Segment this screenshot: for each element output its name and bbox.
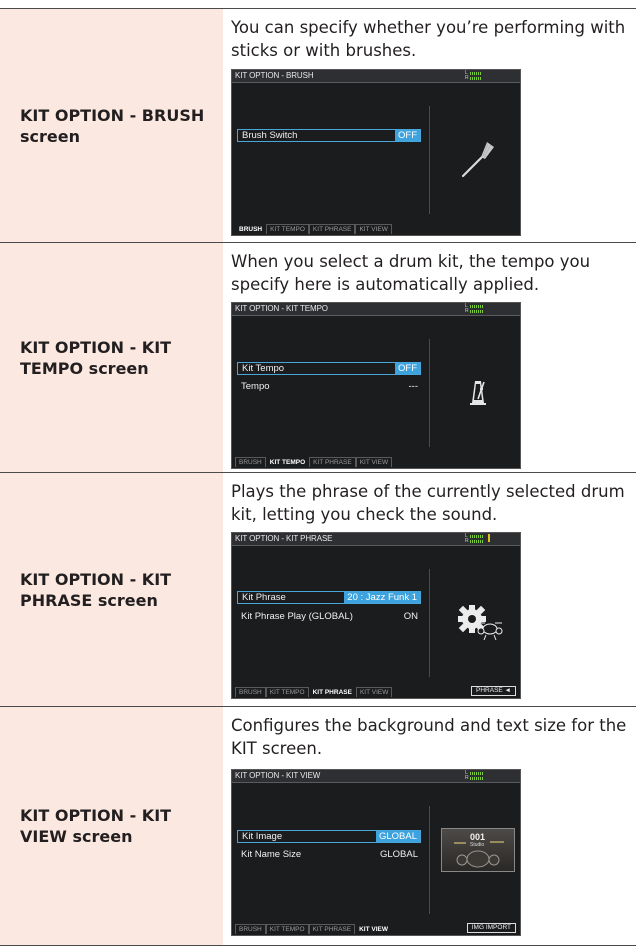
- param-row-selected[interactable]: Kit Phrase 20 : Jazz Funk 1: [237, 591, 421, 604]
- row-description: You can specify whether you’re performin…: [231, 18, 626, 60]
- tab-brush[interactable]: BRUSH: [235, 687, 266, 697]
- table-row: KIT OPTION - KIT PHRASE screen Plays the…: [0, 472, 636, 707]
- param-value: OFF: [395, 363, 420, 374]
- param-name: Brush Switch: [242, 130, 298, 141]
- phrase-play-button[interactable]: PHRASE ◄: [471, 686, 516, 696]
- lcd-screen: KIT OPTION - KIT PHRASE L R Kit Phrase 2…: [231, 532, 521, 699]
- param-row[interactable]: Kit Name Size GLOBAL: [237, 849, 421, 862]
- param-row[interactable]: Tempo ---: [237, 381, 421, 394]
- param-value: ---: [408, 381, 419, 392]
- tab-kit-phrase[interactable]: KIT PHRASE: [308, 224, 356, 234]
- metronome-icon: [450, 363, 506, 419]
- row-label: KIT OPTION - BRUSH screen: [20, 106, 205, 146]
- tab-kit-view[interactable]: KIT VIEW: [355, 224, 392, 234]
- param-name: Kit Tempo: [242, 363, 285, 374]
- kit-thumbnail: 001 Studio: [441, 828, 515, 872]
- table-row: KIT OPTION - KIT TEMPO screen When you s…: [0, 242, 636, 473]
- row-label: KIT OPTION - KIT TEMPO screen: [20, 338, 172, 378]
- tab-kit-tempo[interactable]: KIT TEMPO: [266, 457, 309, 467]
- tab-brush[interactable]: BRUSH: [235, 457, 266, 467]
- row-label: KIT OPTION - KIT PHRASE screen: [20, 570, 172, 610]
- table-row: KIT OPTION - KIT VIEW screen Configures …: [0, 706, 636, 946]
- panel-divider: [429, 806, 430, 914]
- lcd-title: KIT OPTION - KIT VIEW: [235, 771, 321, 780]
- lcd-title: KIT OPTION - KIT PHRASE: [235, 534, 333, 543]
- param-value: GLOBAL: [375, 831, 420, 842]
- param-value: GLOBAL: [379, 849, 418, 860]
- tab-kit-tempo[interactable]: KIT TEMPO: [265, 924, 309, 934]
- row-description: When you select a drum kit, the tempo yo…: [231, 252, 591, 294]
- lcd-title-bar: KIT OPTION - KIT VIEW L R: [232, 770, 520, 783]
- param-name: Kit Image: [242, 831, 283, 842]
- param-name: Kit Name Size: [241, 849, 302, 860]
- lcd-screen: KIT OPTION - KIT TEMPO L R Kit Tempo OFF…: [231, 302, 521, 469]
- tab-bar: BRUSH KIT TEMPO KIT PHRASE KIT VIEW: [235, 224, 392, 234]
- tab-kit-view[interactable]: KIT VIEW: [355, 687, 393, 697]
- tab-kit-phrase[interactable]: KIT PHRASE: [309, 687, 356, 697]
- tab-brush[interactable]: BRUSH: [235, 224, 266, 234]
- table-row: KIT OPTION - BRUSH screen You can specif…: [0, 8, 636, 243]
- panel-divider: [429, 106, 430, 214]
- tab-bar: BRUSH KIT TEMPO KIT PHRASE KIT VIEW: [235, 457, 393, 467]
- thumbnail-kit-name: Studio: [470, 842, 485, 848]
- param-row-selected[interactable]: Kit Image GLOBAL: [237, 830, 421, 843]
- level-meter-icon: L R: [465, 534, 497, 544]
- row-label-cell: KIT OPTION - KIT PHRASE screen: [0, 473, 223, 707]
- tab-kit-view[interactable]: KIT VIEW: [355, 457, 393, 467]
- tab-kit-phrase[interactable]: KIT PHRASE: [308, 924, 356, 934]
- lcd-title-bar: KIT OPTION - KIT TEMPO L R: [232, 303, 520, 316]
- lcd-title-bar: KIT OPTION - KIT PHRASE L R: [232, 533, 520, 546]
- param-value: OFF: [395, 130, 420, 141]
- param-row-selected[interactable]: Brush Switch OFF: [237, 129, 421, 142]
- lcd-screen: KIT OPTION - BRUSH L R Brush Switch OFF: [231, 69, 521, 236]
- gear-drum-icon: [450, 593, 506, 649]
- brush-icon: [450, 130, 506, 186]
- lcd-title-bar: KIT OPTION - BRUSH L R: [232, 70, 520, 83]
- panel-divider: [429, 339, 430, 447]
- tab-bar: BRUSH KIT TEMPO KIT PHRASE KIT VIEW: [235, 924, 392, 934]
- row-description: Configures the background and text size …: [231, 716, 627, 758]
- level-meter-icon: L R: [465, 304, 497, 314]
- img-import-button[interactable]: IMG IMPORT: [466, 923, 516, 933]
- panel-divider: [429, 569, 430, 677]
- param-row-selected[interactable]: Kit Tempo OFF: [237, 362, 421, 375]
- tab-bar: BRUSH KIT TEMPO KIT PHRASE KIT VIEW: [235, 687, 393, 697]
- param-value: 20 : Jazz Funk 1: [344, 592, 420, 603]
- tab-brush[interactable]: BRUSH: [235, 924, 266, 934]
- lcd-title: KIT OPTION - BRUSH: [235, 71, 314, 80]
- tab-kit-view[interactable]: KIT VIEW: [355, 924, 392, 934]
- row-label-cell: KIT OPTION - KIT VIEW screen: [0, 707, 223, 945]
- row-label-cell: KIT OPTION - BRUSH screen: [0, 9, 223, 243]
- tab-kit-tempo[interactable]: KIT TEMPO: [266, 224, 309, 234]
- tab-kit-phrase[interactable]: KIT PHRASE: [309, 457, 356, 467]
- param-row[interactable]: Kit Phrase Play (GLOBAL) ON: [237, 611, 421, 624]
- row-label: KIT OPTION - KIT VIEW screen: [20, 806, 172, 846]
- lcd-title: KIT OPTION - KIT TEMPO: [235, 304, 328, 313]
- row-description: Plays the phrase of the currently select…: [231, 482, 625, 524]
- lcd-screen: KIT OPTION - KIT VIEW L R Kit Image GLOB…: [231, 769, 521, 936]
- level-meter-icon: L R: [465, 71, 497, 81]
- param-value: ON: [403, 611, 418, 622]
- row-label-cell: KIT OPTION - KIT TEMPO screen: [0, 243, 223, 473]
- param-name: Kit Phrase Play (GLOBAL): [241, 611, 353, 622]
- thumbnail-kit-number: 001: [470, 832, 486, 842]
- param-name: Tempo: [241, 381, 270, 392]
- level-meter-icon: L R: [465, 771, 497, 781]
- tab-kit-tempo[interactable]: KIT TEMPO: [265, 687, 309, 697]
- param-name: Kit Phrase: [242, 592, 286, 603]
